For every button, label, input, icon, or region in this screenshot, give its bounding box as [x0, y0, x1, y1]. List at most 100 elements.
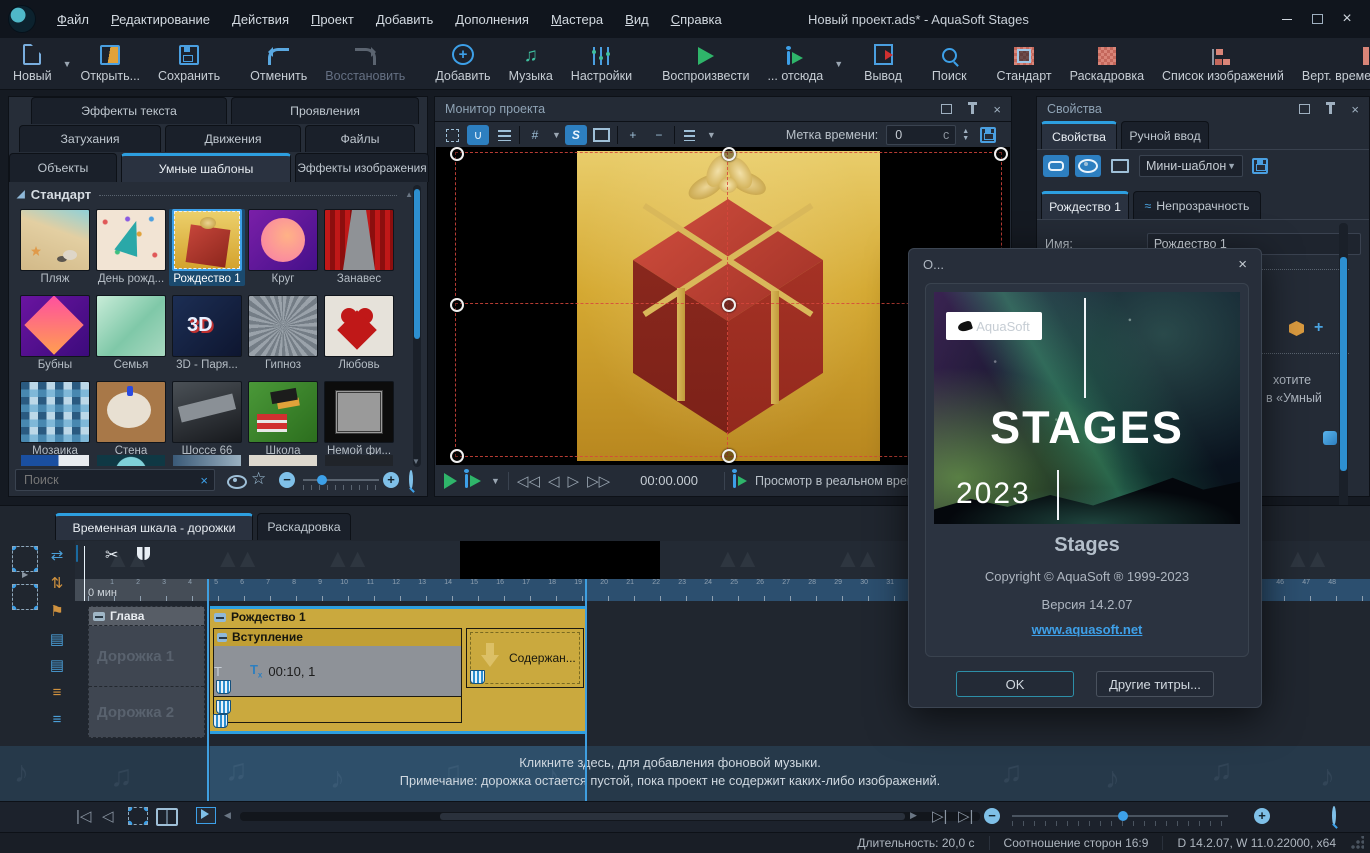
- monitor-header[interactable]: Монитор проекта ×: [435, 97, 1011, 121]
- monitor-assign-icon[interactable]: [1107, 155, 1133, 177]
- frame-icon[interactable]: [591, 125, 613, 145]
- menu-edit[interactable]: Редактирование: [100, 2, 221, 37]
- content-chapter-object[interactable]: Содержан...: [466, 628, 584, 688]
- monitor-close-icon[interactable]: ×: [993, 103, 1001, 116]
- template-hypnosis[interactable]: Гипноз: [245, 295, 321, 371]
- standard-layout-button[interactable]: Стандарт: [988, 38, 1061, 89]
- timeline-zoom-out-button[interactable]: −: [984, 808, 1000, 824]
- selection-handle-center[interactable]: [722, 298, 736, 312]
- tab-smart-templates[interactable]: Умные шаблоны: [121, 153, 291, 182]
- chapter-object-christmas[interactable]: Рождество 1 Вступление T Tx 00:10, 1 Сод…: [210, 606, 587, 734]
- collapse-chapter-icon[interactable]: [93, 612, 105, 621]
- template-3d[interactable]: 3D - Паря...: [169, 295, 245, 371]
- split-flag-icon[interactable]: [137, 547, 150, 560]
- keyframe-flag-icon[interactable]: [470, 670, 485, 684]
- tab-motions[interactable]: Движения: [165, 125, 301, 152]
- template-silent-film[interactable]: Немой фи...: [321, 381, 397, 457]
- copy-icon[interactable]: ▤: [46, 630, 68, 648]
- menu-wizards[interactable]: Мастера: [540, 2, 614, 37]
- transport-dropdown-arrow[interactable]: ▼: [491, 476, 500, 486]
- save-button[interactable]: Сохранить: [149, 38, 229, 89]
- properties-header[interactable]: Свойства ×: [1037, 97, 1369, 121]
- tab-image-effects[interactable]: Эффекты изображения: [295, 153, 429, 182]
- export-button[interactable]: Вывод: [855, 38, 911, 89]
- list-dropdown-arrow[interactable]: ▼: [707, 130, 716, 140]
- layers-icon[interactable]: [493, 125, 515, 145]
- collapse-intro-icon[interactable]: [217, 633, 227, 642]
- go-prev-chapter-icon[interactable]: ◁: [102, 807, 114, 825]
- fit-selection-icon[interactable]: [12, 546, 38, 572]
- scroll-up-icon[interactable]: ▲: [405, 190, 413, 199]
- template-thumbnail-partial[interactable]: [249, 455, 317, 466]
- tab-manual-input[interactable]: Ручной ввод: [1121, 121, 1209, 149]
- subtab-christmas[interactable]: Рождество 1: [1041, 191, 1129, 219]
- list-orange-icon[interactable]: ≡: [46, 684, 68, 701]
- add-keyframe-icon[interactable]: +: [622, 125, 644, 145]
- duplicate-icon[interactable]: ▤: [46, 656, 68, 674]
- undo-button[interactable]: Отменить: [241, 38, 316, 89]
- slider-thumb[interactable]: [317, 475, 327, 485]
- skip-start-icon[interactable]: ◁◁: [517, 472, 540, 490]
- realtime-preview-icon[interactable]: [733, 474, 747, 488]
- about-close-icon[interactable]: ×: [1238, 256, 1247, 273]
- timeline-zoom-reset-icon[interactable]: [1330, 808, 1338, 823]
- tab-timeline-tracks[interactable]: Временная шкала - дорожки: [55, 513, 253, 540]
- selection-handle-top-left[interactable]: [450, 147, 464, 161]
- zoom-out-button[interactable]: −: [279, 472, 295, 488]
- save-time-mark-icon[interactable]: [977, 125, 999, 145]
- search-input[interactable]: [22, 472, 200, 488]
- smart-template-icon[interactable]: [1323, 431, 1337, 445]
- play-button[interactable]: Воспроизвести: [653, 38, 758, 89]
- subtab-opacity[interactable]: ≈Непрозрачность: [1133, 191, 1261, 219]
- list-blue-icon[interactable]: ≡: [46, 711, 68, 728]
- template-family[interactable]: Семья: [93, 295, 169, 371]
- shuffle-icon[interactable]: ⇄: [46, 546, 68, 564]
- time-spin-down-icon[interactable]: ▼: [962, 135, 969, 142]
- text-object[interactable]: T Tx 00:10, 1: [214, 646, 461, 697]
- go-next-chapter-icon[interactable]: ▷|: [932, 807, 947, 825]
- selection-handle-mid-left[interactable]: [450, 298, 464, 312]
- zoom-selection-icon[interactable]: [128, 807, 148, 825]
- template-christmas-selected[interactable]: Рождество 1: [169, 209, 245, 286]
- template-mosaic[interactable]: Мозаика: [17, 381, 93, 457]
- insert-order-icon[interactable]: ⇅: [46, 574, 68, 592]
- tab-storyboard[interactable]: Раскадровка: [257, 513, 351, 540]
- intro-chapter-object[interactable]: Вступление T Tx 00:10, 1: [213, 628, 462, 723]
- ok-button[interactable]: OK: [956, 671, 1074, 697]
- menu-add[interactable]: Добавить: [365, 2, 444, 37]
- clear-search-icon[interactable]: ×: [200, 473, 208, 488]
- properties-maximize-icon[interactable]: [1299, 104, 1310, 114]
- visibility-eye-icon[interactable]: [1075, 155, 1101, 177]
- timeline-zoom-thumb[interactable]: [1118, 811, 1128, 821]
- pointer-mode-icon[interactable]: [196, 807, 216, 824]
- move-cross-icon[interactable]: +: [1314, 319, 1323, 337]
- book-view-icon[interactable]: [156, 808, 178, 826]
- list-view-icon[interactable]: [679, 125, 701, 145]
- mini-template-dropdown[interactable]: Мини-шаблон▼: [1139, 155, 1243, 177]
- keyframe-flag-icon[interactable]: [216, 700, 231, 714]
- horizontal-scrollbar[interactable]: [240, 812, 980, 821]
- transport-play-from-icon[interactable]: [465, 474, 481, 488]
- go-first-chapter-icon[interactable]: |◁: [76, 807, 91, 825]
- vertical-timeline-button[interactable]: Верт. временная шкала: [1293, 38, 1370, 89]
- cube-3d-icon[interactable]: [1289, 321, 1304, 336]
- template-wall[interactable]: Стена: [93, 381, 169, 457]
- open-button[interactable]: Открыть...: [72, 38, 150, 89]
- monitor-maximize-icon[interactable]: [941, 104, 952, 114]
- select-tool-icon[interactable]: [441, 125, 463, 145]
- keyframe-flag-icon[interactable]: [216, 680, 231, 694]
- selection-handle-top-right[interactable]: [994, 147, 1008, 161]
- template-thumbnail-partial[interactable]: [173, 455, 241, 466]
- menu-view[interactable]: Вид: [614, 2, 660, 37]
- website-link[interactable]: www.aquasoft.net: [926, 622, 1248, 637]
- time-mark-input[interactable]: [893, 127, 931, 143]
- template-love[interactable]: Любовь: [321, 295, 397, 371]
- template-route66[interactable]: Шоссе 66: [169, 381, 245, 457]
- menu-help[interactable]: Справка: [660, 2, 733, 37]
- selection-handle-bottom-center[interactable]: [722, 449, 736, 463]
- properties-close-icon[interactable]: ×: [1351, 103, 1359, 116]
- track1-label-row[interactable]: Дорожка 1: [89, 626, 204, 687]
- fit-project-icon[interactable]: [12, 584, 38, 610]
- template-thumbnail-partial[interactable]: [21, 455, 89, 466]
- settings-button[interactable]: Настройки: [562, 38, 641, 89]
